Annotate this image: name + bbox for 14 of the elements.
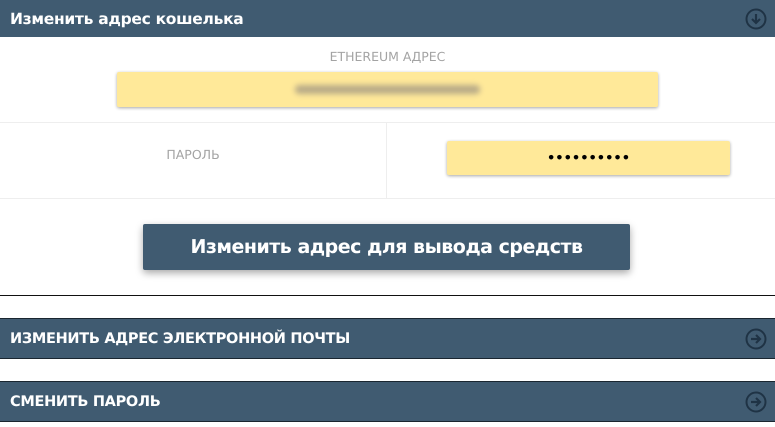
section-title: ИЗМЕНИТЬ АДРЕС ЭЛЕКТРОННОЙ ПОЧТЫ — [10, 330, 350, 346]
section-header[interactable]: ИЗМЕНИТЬ АДРЕС ЭЛЕКТРОННОЙ ПОЧТЫ — [0, 318, 775, 359]
field-label: ПАРОЛЬ — [166, 147, 220, 164]
section-header[interactable]: Изменить адрес кошелька — [0, 0, 775, 37]
arrow-down-circle-icon[interactable] — [745, 8, 767, 30]
arrow-right-circle-icon[interactable] — [745, 328, 767, 350]
submit-button[interactable]: Изменить адрес для вывода средств — [143, 224, 630, 270]
arrow-right-circle-icon[interactable] — [745, 390, 767, 412]
section-title: Изменить адрес кошелька — [10, 10, 244, 28]
section-header[interactable]: СМЕНИТЬ ПАРОЛЬ — [0, 381, 775, 422]
password-field[interactable]: •••••••••• — [447, 141, 730, 175]
section-title: СМЕНИТЬ ПАРОЛЬ — [10, 394, 160, 410]
address-field[interactable] — [117, 72, 658, 107]
field-label: ETHEREUM АДРЕС — [330, 49, 446, 64]
